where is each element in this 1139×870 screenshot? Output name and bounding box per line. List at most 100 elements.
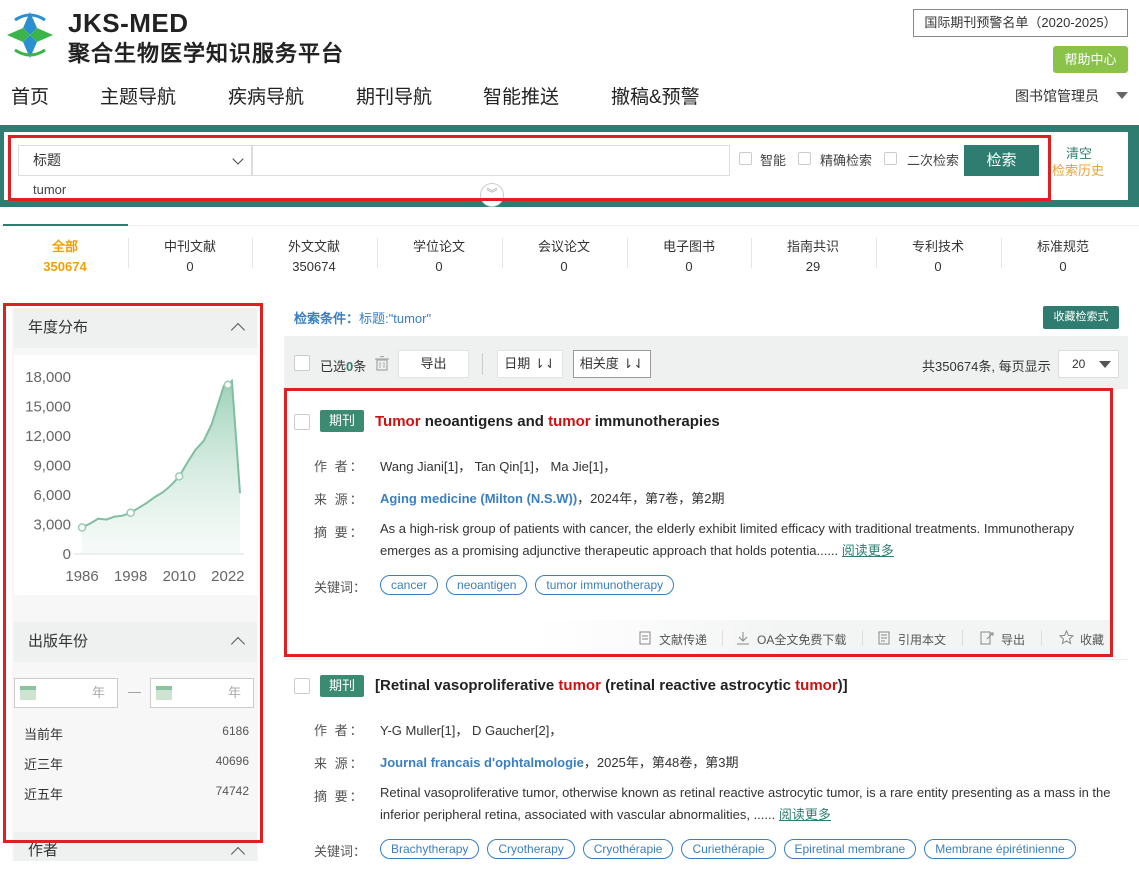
- nav-journals[interactable]: 期刊导航: [356, 82, 432, 109]
- select-all-checkbox[interactable]: [294, 355, 310, 371]
- keyword-tag[interactable]: Epiretinal membrane: [784, 839, 917, 859]
- category-tab-label: 学位论文: [413, 239, 465, 254]
- source-label: 来 源：: [314, 753, 365, 772]
- keyword-tag[interactable]: Cryotherapy: [487, 839, 574, 859]
- keyword-list: Brachytherapy Cryotherapy Cryothérapie Curi…: [380, 839, 1084, 859]
- title-part: [Retinal vasoproliferative: [375, 677, 558, 694]
- category-tab-label: 专利技术: [912, 239, 964, 254]
- keyword-tag[interactable]: Curiethérapie: [681, 839, 775, 859]
- category-tab-label: 中刊文献: [164, 239, 216, 254]
- category-tab[interactable]: 指南共识 29: [751, 236, 875, 274]
- abstract: Retinal vasoproliferative tumor, otherwi…: [380, 782, 1122, 826]
- category-tab[interactable]: 外文文献 350674: [252, 236, 376, 274]
- sort-relevance-button[interactable]: 相关度 ⇂⇃: [573, 350, 651, 378]
- search-history-link[interactable]: 检索历史: [1052, 160, 1104, 179]
- tab-divider: [502, 238, 503, 268]
- category-tab-label: 电子图书: [663, 239, 715, 254]
- logo-text-en: JKS-MED: [68, 8, 189, 39]
- keyword-tag[interactable]: Cryothérapie: [583, 839, 674, 859]
- category-tab-label: 标准规范: [1037, 239, 1089, 254]
- source-info: ，2025年，第48卷，第3期: [584, 755, 739, 770]
- category-tab-count: 350674: [252, 259, 376, 274]
- per-page-value: 20: [1072, 357, 1085, 371]
- category-tab[interactable]: 标准规范 0: [1001, 236, 1125, 274]
- tab-divider: [751, 238, 752, 268]
- source: Journal francais d'ophtalmologie，2025年，第…: [380, 752, 739, 771]
- authors-label: 作 者：: [314, 720, 365, 739]
- category-tab[interactable]: 中刊文献0: [128, 236, 252, 274]
- sort-icon: ⇂⇃: [622, 356, 644, 371]
- nav-retraction-warning[interactable]: 撤稿&预警: [611, 82, 700, 109]
- active-tab-indicator: [3, 224, 128, 226]
- highlight-box-result: [284, 388, 1113, 657]
- keyword-tag[interactable]: Membrane épirétinienne: [924, 839, 1075, 859]
- abstract-label: 摘 要：: [314, 786, 365, 805]
- abstract-text: Retinal vasoproliferative tumor, otherwi…: [380, 785, 1111, 822]
- result-checkbox[interactable]: [294, 678, 310, 694]
- category-tab-count: 350674: [3, 259, 127, 274]
- result-title[interactable]: [Retinal vasoproliferative tumor (retina…: [375, 677, 848, 694]
- title-part: (retinal reactive astrocytic: [601, 677, 795, 694]
- category-tab-label: 全部: [52, 239, 78, 254]
- sort-date-label: 日期: [504, 356, 530, 371]
- warning-list-button[interactable]: 国际期刊预警名单（2020-2025）: [913, 9, 1128, 37]
- export-button[interactable]: 导出: [398, 350, 469, 378]
- title-part-highlight: tumor: [795, 677, 838, 694]
- author-title: 作者: [28, 842, 58, 859]
- selected-prefix: 已选: [320, 359, 346, 374]
- tab-divider: [1001, 238, 1002, 268]
- user-menu[interactable]: 图书馆管理员: [1015, 86, 1099, 106]
- tab-divider: [128, 238, 129, 268]
- logo-text-cn: 聚合生物医学知识服务平台: [68, 36, 344, 68]
- nav-smart-push[interactable]: 智能推送: [483, 82, 559, 109]
- keywords-label: 关键词：: [314, 841, 366, 860]
- condition-label: 检索条件：: [294, 311, 359, 326]
- keyword-tag[interactable]: Brachytherapy: [380, 839, 479, 859]
- category-tab-label: 会议论文: [538, 239, 590, 254]
- tab-divider: [252, 238, 253, 268]
- caret-down-icon[interactable]: [1116, 92, 1128, 99]
- category-tab-label: 外文文献: [288, 239, 340, 254]
- tab-divider: [876, 238, 877, 268]
- save-query-button[interactable]: 收藏检索式: [1043, 306, 1119, 329]
- category-tab[interactable]: 会议论文 0: [502, 236, 626, 274]
- source-journal-link[interactable]: Journal francais d'ophtalmologie: [380, 755, 584, 770]
- category-tab[interactable]: 学位论文 0: [377, 236, 501, 274]
- result-type-badge: 期刊: [320, 675, 364, 697]
- category-tab[interactable]: 电子图书 0: [627, 236, 751, 274]
- category-tab-count: 0: [377, 259, 501, 274]
- logo-icon: [5, 10, 55, 60]
- help-center-button[interactable]: 帮助中心: [1053, 46, 1128, 73]
- category-tab[interactable]: 全部 350674: [3, 236, 127, 274]
- caret-down-icon[interactable]: [1099, 361, 1111, 368]
- authors[interactable]: Y-G Muller[1]， D Gaucher[2]，: [380, 720, 562, 739]
- category-tab-count: 29: [751, 259, 875, 274]
- condition-value: 标题:"tumor": [359, 311, 431, 326]
- category-tab-count: 0: [502, 259, 626, 274]
- tab-divider: [377, 238, 378, 268]
- nav-diseases[interactable]: 疾病导航: [228, 82, 304, 109]
- sort-date-button[interactable]: 日期 ⇂⇃: [497, 350, 563, 378]
- title-part: )]: [838, 677, 848, 694]
- category-tab-count: 0: [627, 259, 751, 274]
- category-tab[interactable]: 专利技术 0: [876, 236, 1000, 274]
- highlight-box-search: [8, 135, 1051, 201]
- nav-topics[interactable]: 主题导航: [100, 82, 176, 109]
- highlight-box-sidebar: [3, 303, 263, 843]
- total-count: 共350674条, 每页显示: [922, 356, 1051, 375]
- sort-relevance-label: 相关度: [580, 356, 619, 371]
- selected-suffix: 条: [353, 359, 366, 374]
- selected-count: 已选0条: [320, 356, 366, 375]
- toolbar-divider: [482, 353, 483, 375]
- category-tab-count: 0: [1001, 259, 1125, 274]
- tabs-divider: [0, 225, 1139, 226]
- read-more-link[interactable]: 阅读更多: [779, 807, 831, 822]
- trash-icon[interactable]: [375, 356, 389, 371]
- category-tab-label: 指南共识: [787, 239, 839, 254]
- search-condition: 检索条件：标题:"tumor": [294, 308, 431, 327]
- title-part-highlight: tumor: [558, 677, 601, 694]
- tab-divider: [627, 238, 628, 268]
- category-tab-count: 0: [876, 259, 1000, 274]
- nav-home[interactable]: 首页: [11, 82, 49, 109]
- result-separator: [284, 659, 1128, 660]
